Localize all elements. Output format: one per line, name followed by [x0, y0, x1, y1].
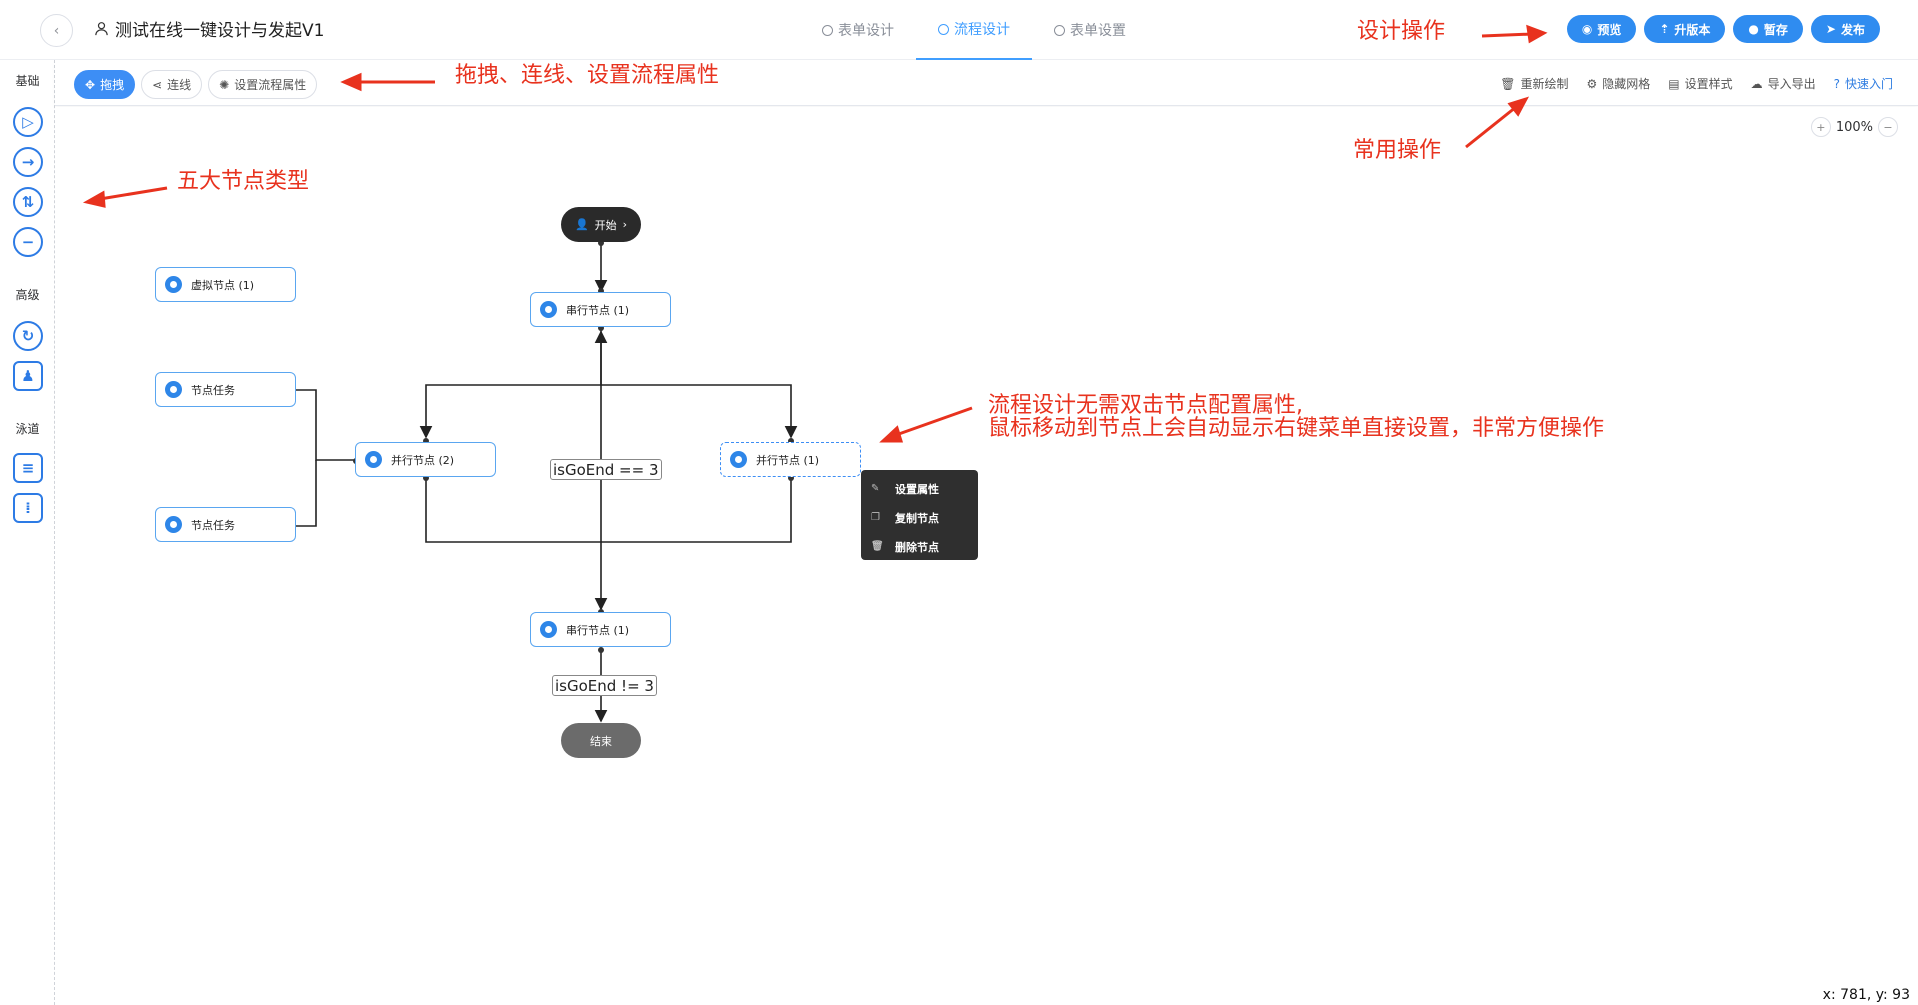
task-node-bottom[interactable]: 节点任务: [155, 507, 296, 542]
arrow-tip: [895, 406, 973, 437]
edge-serial1-parallel2: [419, 328, 602, 439]
node-label: 开始: [594, 218, 617, 232]
user-avatar-icon: [365, 451, 382, 468]
arrow-common-ops: [1465, 105, 1517, 149]
context-menu: ✎ 设置属性 ❐ 复制节点 🗑 删除节点: [861, 470, 978, 560]
virtual-node[interactable]: 虚拟节点 (1): [155, 267, 296, 302]
annotation-common-ops: 常用操作: [1353, 138, 1442, 163]
parallel-node-right[interactable]: 并行节点 (1): [720, 442, 861, 477]
serial-node-bottom[interactable]: 串行节点 (1): [530, 612, 671, 647]
user-avatar-icon: [540, 621, 557, 638]
node-label: 并行节点 (1): [756, 453, 820, 467]
user-avatar-icon: [165, 276, 182, 293]
chevron-right-icon: ›: [622, 218, 628, 231]
annotation-node-types: 五大节点类型: [177, 169, 310, 194]
edge-serial1-parallel1: [601, 384, 798, 439]
user-avatar-icon: [540, 301, 557, 318]
edge-parallel2-serial2: [425, 477, 608, 611]
user-avatar-icon: [165, 516, 182, 533]
start-node[interactable]: 👤 开始 ›: [561, 207, 641, 242]
parallel-node-left[interactable]: 并行节点 (2): [355, 442, 496, 477]
end-node[interactable]: 结束: [561, 723, 641, 758]
cursor-coordinates: x: 781, y: 93: [1822, 987, 1910, 1003]
annotation-modes: 拖拽、连线、设置流程属性: [455, 63, 720, 88]
node-label: 结束: [590, 734, 612, 748]
menu-item-set-properties[interactable]: ✎ 设置属性: [861, 474, 978, 503]
node-label: 节点任务: [191, 518, 235, 532]
edge-parallel1-serial2: [601, 477, 792, 543]
copy-icon: ❐: [871, 512, 880, 523]
condition-label-end[interactable]: isGoEnd != 3: [552, 675, 657, 696]
annotation-tip-line2: 鼠标移动到节点上会自动显示右键菜单直接设置，非常方便操作: [988, 416, 1605, 441]
arrow-node-types: [99, 186, 168, 201]
menu-label: 复制节点: [895, 511, 939, 525]
menu-label: 删除节点: [895, 540, 939, 554]
arrow-design-ops: [1481, 32, 1533, 38]
task-node-top[interactable]: 节点任务: [155, 372, 296, 407]
node-label: 节点任务: [191, 383, 235, 397]
menu-item-copy-node[interactable]: ❐ 复制节点: [861, 503, 978, 532]
node-label: 串行节点 (1): [566, 303, 630, 317]
condition-label-loop[interactable]: isGoEnd == 3: [550, 459, 662, 480]
page: ‹ 测试在线一键设计与发起V1 表单设计 流程设计 表单设置 ◉ 预览 ⇡ 升版本 …: [0, 0, 1918, 1005]
annotation-design-ops: 设计操作: [1357, 19, 1446, 44]
user-icon: 👤: [574, 218, 589, 231]
node-label: 串行节点 (1): [566, 623, 630, 637]
user-avatar-icon: [165, 381, 182, 398]
edit-icon: ✎: [871, 483, 880, 494]
node-label: 并行节点 (2): [391, 453, 455, 467]
node-label: 虚拟节点 (1): [191, 278, 255, 292]
user-avatar-icon: [730, 451, 747, 468]
serial-node-top[interactable]: 串行节点 (1): [530, 292, 671, 327]
menu-label: 设置属性: [895, 482, 939, 496]
trash-icon: 🗑: [871, 541, 884, 552]
menu-item-delete-node[interactable]: 🗑 删除节点: [861, 532, 978, 561]
